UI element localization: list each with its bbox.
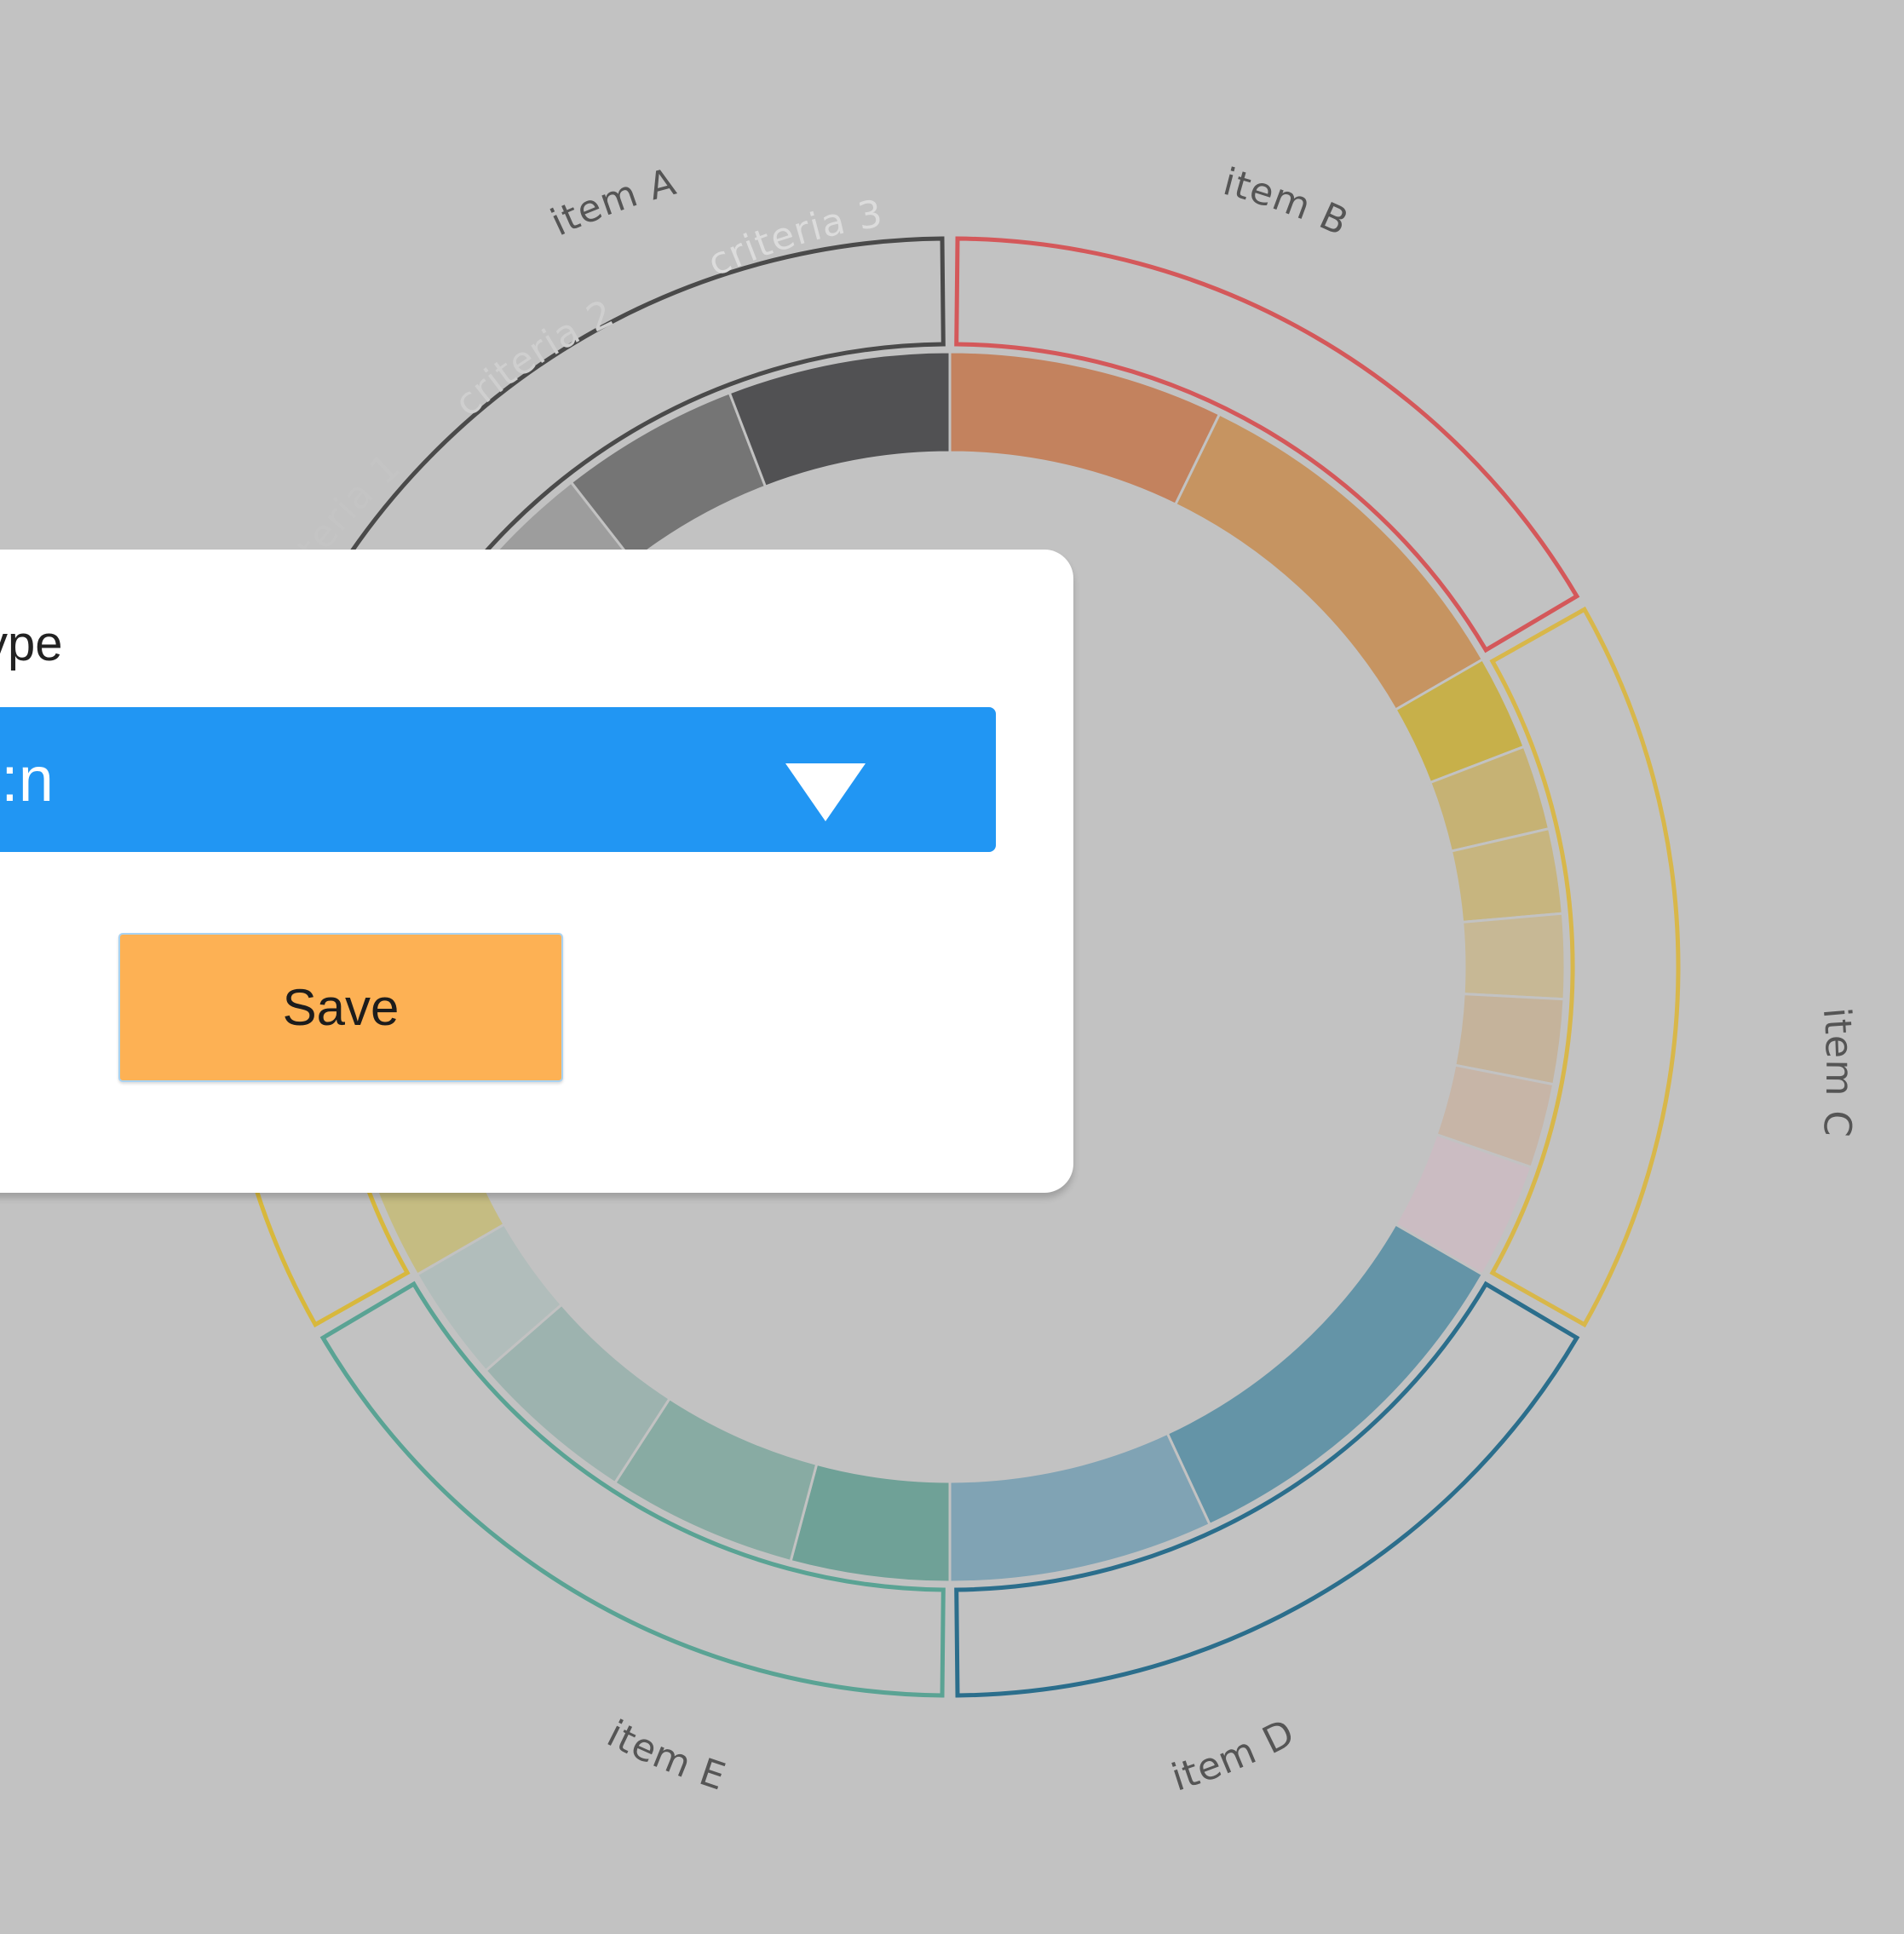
type-field-label: ype bbox=[0, 616, 63, 671]
type-select-value: n:n bbox=[0, 744, 54, 814]
item-label-c: item C bbox=[1815, 1006, 1861, 1139]
save-button[interactable]: Save bbox=[118, 933, 563, 1082]
dropdown-arrow-icon[interactable] bbox=[785, 763, 866, 821]
relation-type-dialog: ype n:n Save bbox=[0, 550, 1073, 1193]
criteria-segment[interactable] bbox=[789, 1462, 952, 1584]
criteria-segment[interactable] bbox=[1461, 912, 1567, 1001]
diagram-canvas: item A item B item C item D item E crite… bbox=[0, 0, 1904, 1934]
type-select[interactable]: n:n bbox=[0, 707, 996, 852]
